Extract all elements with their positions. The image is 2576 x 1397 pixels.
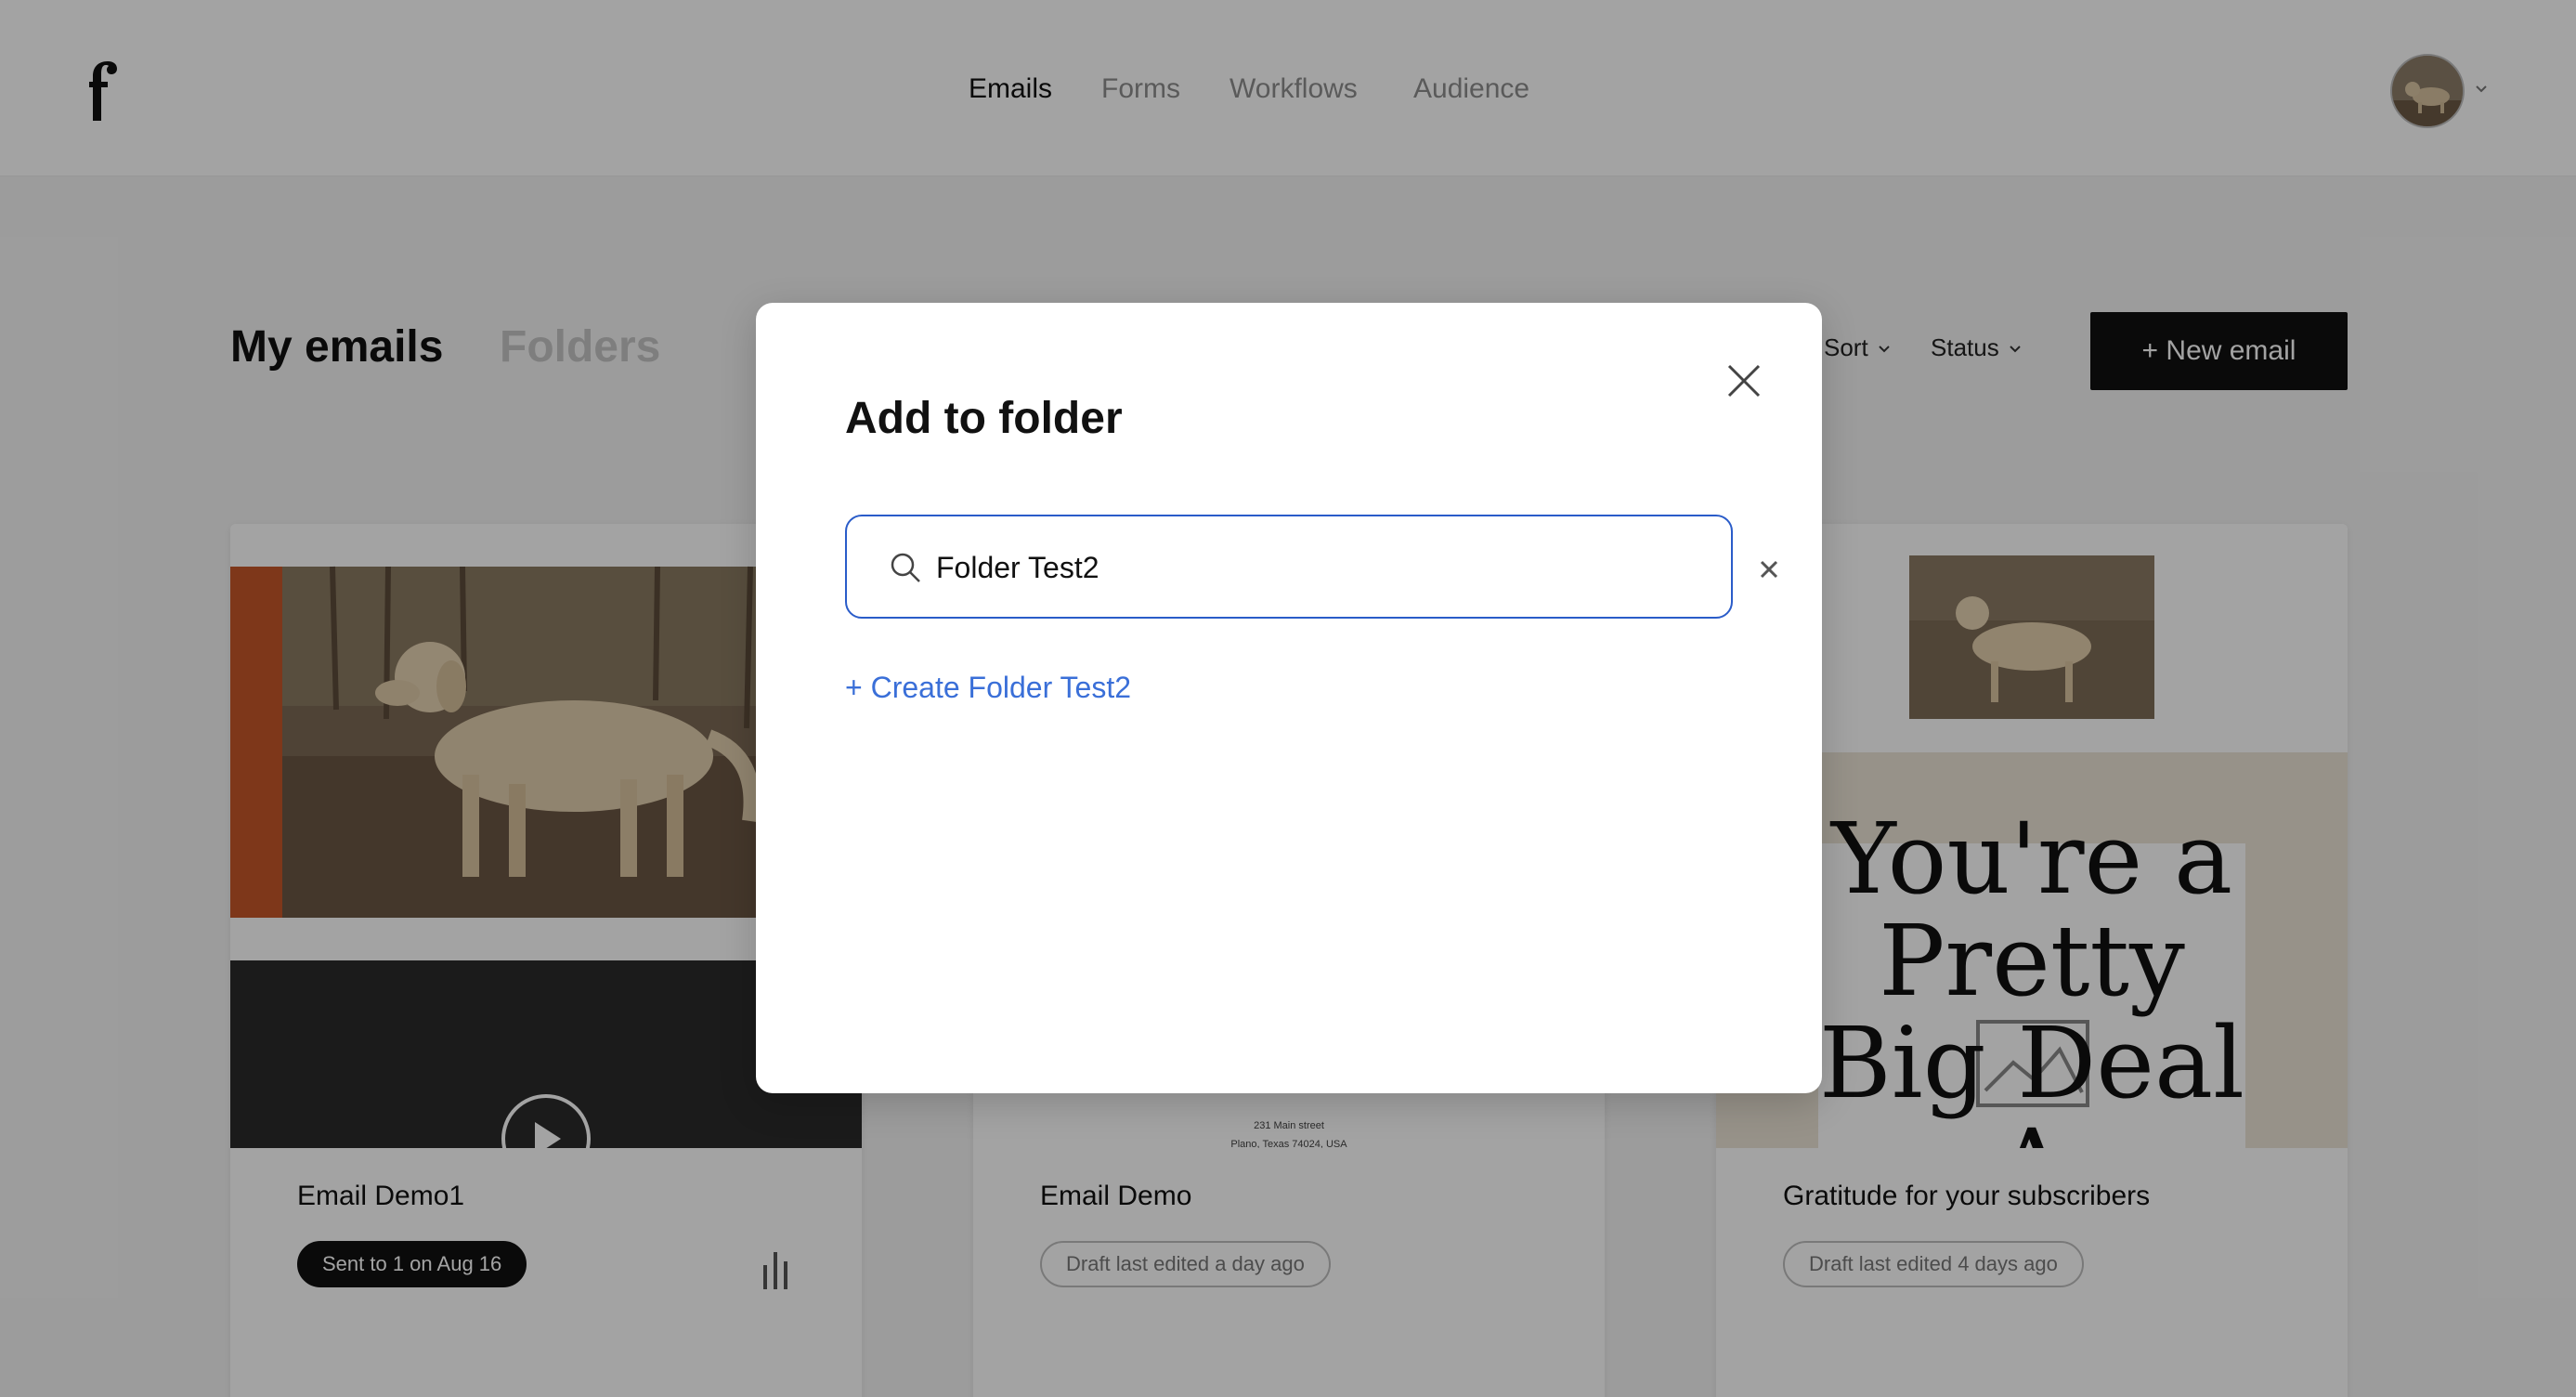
modal-title: Add to folder bbox=[845, 394, 1123, 443]
create-folder-link[interactable]: + Create Folder Test2 bbox=[845, 667, 1131, 708]
add-to-folder-modal: Add to folder + Create Folder Test2 bbox=[756, 303, 1822, 1093]
search-icon bbox=[891, 553, 920, 582]
folder-search-field[interactable] bbox=[845, 515, 1778, 619]
folder-search-input[interactable] bbox=[936, 541, 1623, 594]
close-icon[interactable] bbox=[1725, 362, 1763, 399]
clear-icon[interactable] bbox=[1759, 559, 1779, 580]
